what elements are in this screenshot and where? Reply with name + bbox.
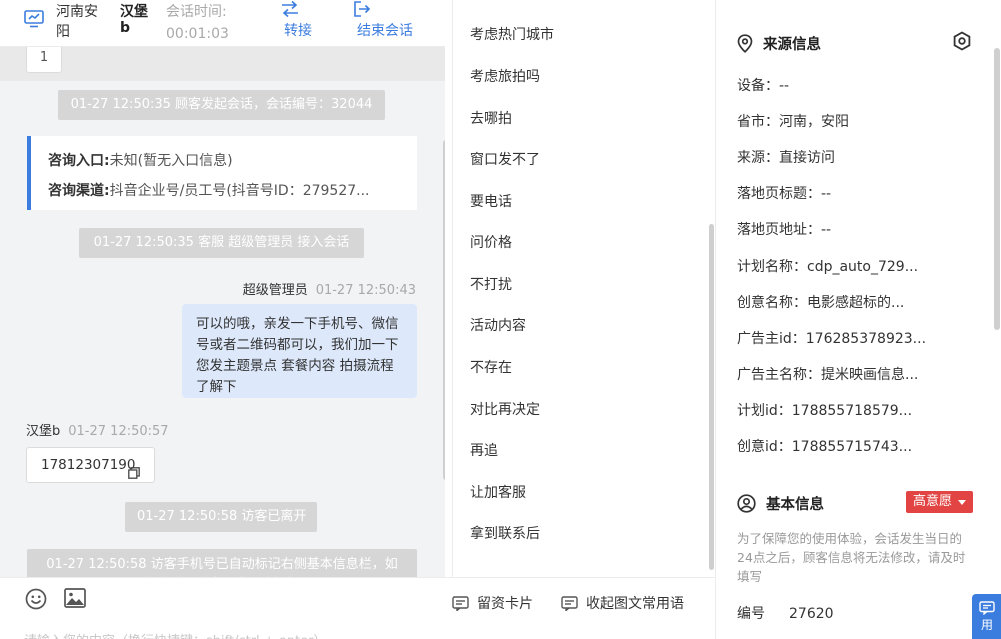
system-message-phone-marked: 01-27 12:50:58 访客手机号已自动标记右侧基本信息栏，如需修改请在基… <box>27 549 417 577</box>
transfer-icon <box>282 0 298 18</box>
lead-card-button[interactable]: 留资卡片 <box>452 593 533 613</box>
chat-bubble-icon <box>979 601 995 615</box>
customer-id-value: 27620 <box>789 606 834 622</box>
info-panel-scrollbar[interactable] <box>994 48 1000 330</box>
intent-level-dropdown[interactable]: 高意愿 <box>906 491 973 513</box>
user-icon <box>737 494 756 513</box>
agent-message-bubble: 可以的哦，亲发一下手机号、微信号或者二维码都可以，我们加一下您发主题景点 套餐内… <box>182 304 417 398</box>
chat-header: 河南安阳 汉堡b 会话时间: 00:01:03 转接 结束会话 <box>0 0 445 47</box>
source-field-creative-name: 创意名称：电影感超标的... <box>737 295 905 311</box>
basic-info-title-text: 基本信息 <box>766 497 824 513</box>
source-field-province: 省市：河南，安阳 <box>737 114 849 130</box>
consult-info-card: 咨询入口:未知(暂无入口信息) 咨询渠道:抖音企业号/员工号(抖音号ID：279… <box>27 136 417 210</box>
quick-reply-item[interactable]: 拿到联系后 <box>470 523 540 543</box>
source-field-landing-url: 落地页地址：-- <box>737 222 832 238</box>
chat-scrollbar[interactable] <box>443 140 445 480</box>
quick-reply-item[interactable]: 问价格 <box>470 232 512 252</box>
customer-id-row: 编号 27620 <box>737 603 834 623</box>
location-pin-icon <box>737 34 753 53</box>
quick-reply-item[interactable]: 让加客服 <box>470 482 526 502</box>
entry-row: 咨询入口:未知(暂无入口信息) <box>48 146 408 176</box>
lead-card-label: 留资卡片 <box>477 596 533 612</box>
entry-value: 未知(暂无入口信息) <box>109 153 233 169</box>
quick-reply-item[interactable]: 不打扰 <box>470 274 512 294</box>
quick-reply-item[interactable]: 考虑旅拍吗 <box>470 66 540 86</box>
quick-reply-item[interactable]: 窗口发不了 <box>470 149 540 169</box>
quick-reply-item[interactable]: 考虑热门城市 <box>470 24 554 44</box>
transfer-button[interactable]: 转接 <box>276 0 320 46</box>
chat-pane: 1 01-27 12:50:35 顾客发起会话，会话编号：32044 咨询入口:… <box>0 47 445 577</box>
message-input-placeholder[interactable]: 请输入您的内容（换行快捷键：shift/ctrl + enter） <box>24 630 327 639</box>
collapse-phrases-label: 收起图文常用语 <box>586 596 684 612</box>
customer-info-panel: 来源信息 设备：-- 省市：河南，安阳 来源：直接访问 落地页标题：-- 落地页… <box>715 0 1001 639</box>
source-field-plan-id: 计划id：178855718579... <box>737 403 913 419</box>
emoji-icon[interactable] <box>25 588 47 614</box>
basic-info-title: 基本信息 <box>737 493 824 514</box>
exit-icon <box>354 1 371 17</box>
source-info-title-text: 来源信息 <box>763 37 821 53</box>
quick-reply-item[interactable]: 对比再决定 <box>470 399 540 419</box>
source-field-device: 设备：-- <box>737 78 790 94</box>
end-session-label: 结束会话 <box>357 23 413 39</box>
message-number-box: 1 <box>26 47 62 73</box>
quick-reply-item[interactable]: 再追 <box>470 440 498 460</box>
session-time: 00:01:03 <box>166 26 229 42</box>
image-icon[interactable] <box>64 588 86 612</box>
source-field-advertiser-name: 广告主名称：提米映画信息... <box>737 367 919 383</box>
transfer-label: 转接 <box>284 23 312 39</box>
copy-icon[interactable] <box>128 458 140 492</box>
visitor-name: 汉堡b <box>120 4 148 36</box>
settings-gear-icon[interactable] <box>952 31 972 55</box>
floating-tool-label: 用 <box>980 618 993 632</box>
monitor-icon <box>24 10 44 32</box>
channel-value: 抖音企业号/员工号(抖音号ID：279527... <box>109 183 370 199</box>
visitor-location: 河南安阳 <box>56 4 98 40</box>
channel-label: 咨询渠道: <box>48 183 110 199</box>
visitor-phone-number: 17812307190 <box>41 457 136 473</box>
quick-reply-scrollbar[interactable] <box>709 224 714 570</box>
basic-info-note: 为了保障您的使用体验，会话发生当日的24点之后，顾客信息将无法修改，请及时填写 <box>737 531 966 584</box>
source-field-plan-name: 计划名称：cdp_auto_729... <box>737 259 919 275</box>
caret-down-icon <box>958 500 966 505</box>
source-field-advertiser-id: 广告主id：176285378923... <box>737 331 927 347</box>
visitor-message-meta: 汉堡b 01-27 12:50:57 <box>26 420 169 439</box>
quick-reply-item[interactable]: 去哪拍 <box>470 108 512 128</box>
intent-level-value: 高意愿 <box>913 494 953 509</box>
session-time-label: 会话时间: <box>166 4 227 20</box>
visitor-phone-message: 17812307190 <box>26 447 155 483</box>
message-icon <box>561 596 578 612</box>
quick-reply-item[interactable]: 要电话 <box>470 191 512 211</box>
agent-name: 超级管理员 <box>242 283 308 298</box>
system-message-agent-join: 01-27 12:50:35 客服 超级管理员 接入会话 <box>79 228 364 258</box>
source-field-source: 来源：直接访问 <box>737 150 835 166</box>
visitor-message-time: 01-27 12:50:57 <box>68 424 169 439</box>
floating-tool-button[interactable]: 用 <box>972 594 1001 639</box>
system-message-start: 01-27 12:50:35 顾客发起会话，会话编号：32044 <box>58 90 385 120</box>
customer-id-label: 编号 <box>737 606 765 622</box>
source-field-creative-id: 创意id：178855715743... <box>737 439 913 455</box>
collapse-phrases-button[interactable]: 收起图文常用语 <box>561 593 684 613</box>
entry-label: 咨询入口: <box>48 153 110 169</box>
source-info-title: 来源信息 <box>737 33 821 54</box>
agent-message-time: 01-27 12:50:43 <box>315 283 416 298</box>
card-icon <box>452 596 469 612</box>
quick-reply-item[interactable]: 不存在 <box>470 357 512 377</box>
quick-reply-panel: 考虑热门城市 考虑旅拍吗 去哪拍 窗口发不了 要电话 问价格 不打扰 活动内容 … <box>452 0 715 577</box>
source-field-landing-title: 落地页标题：-- <box>737 186 832 202</box>
end-session-button[interactable]: 结束会话 <box>350 0 420 46</box>
system-message-visitor-left: 01-27 12:50:58 访客已离开 <box>125 502 317 532</box>
message-input-area: 留资卡片 收起图文常用语 请输入您的内容（换行快捷键：shift/ctrl + … <box>0 577 715 639</box>
agent-message-meta: 超级管理员 01-27 12:50:43 <box>243 279 416 298</box>
quick-reply-item[interactable]: 活动内容 <box>470 315 526 335</box>
visitor-message-name: 汉堡b <box>26 424 61 439</box>
channel-row: 咨询渠道:抖音企业号/员工号(抖音号ID：279527... <box>48 176 408 206</box>
chat-top-strip <box>0 47 445 81</box>
